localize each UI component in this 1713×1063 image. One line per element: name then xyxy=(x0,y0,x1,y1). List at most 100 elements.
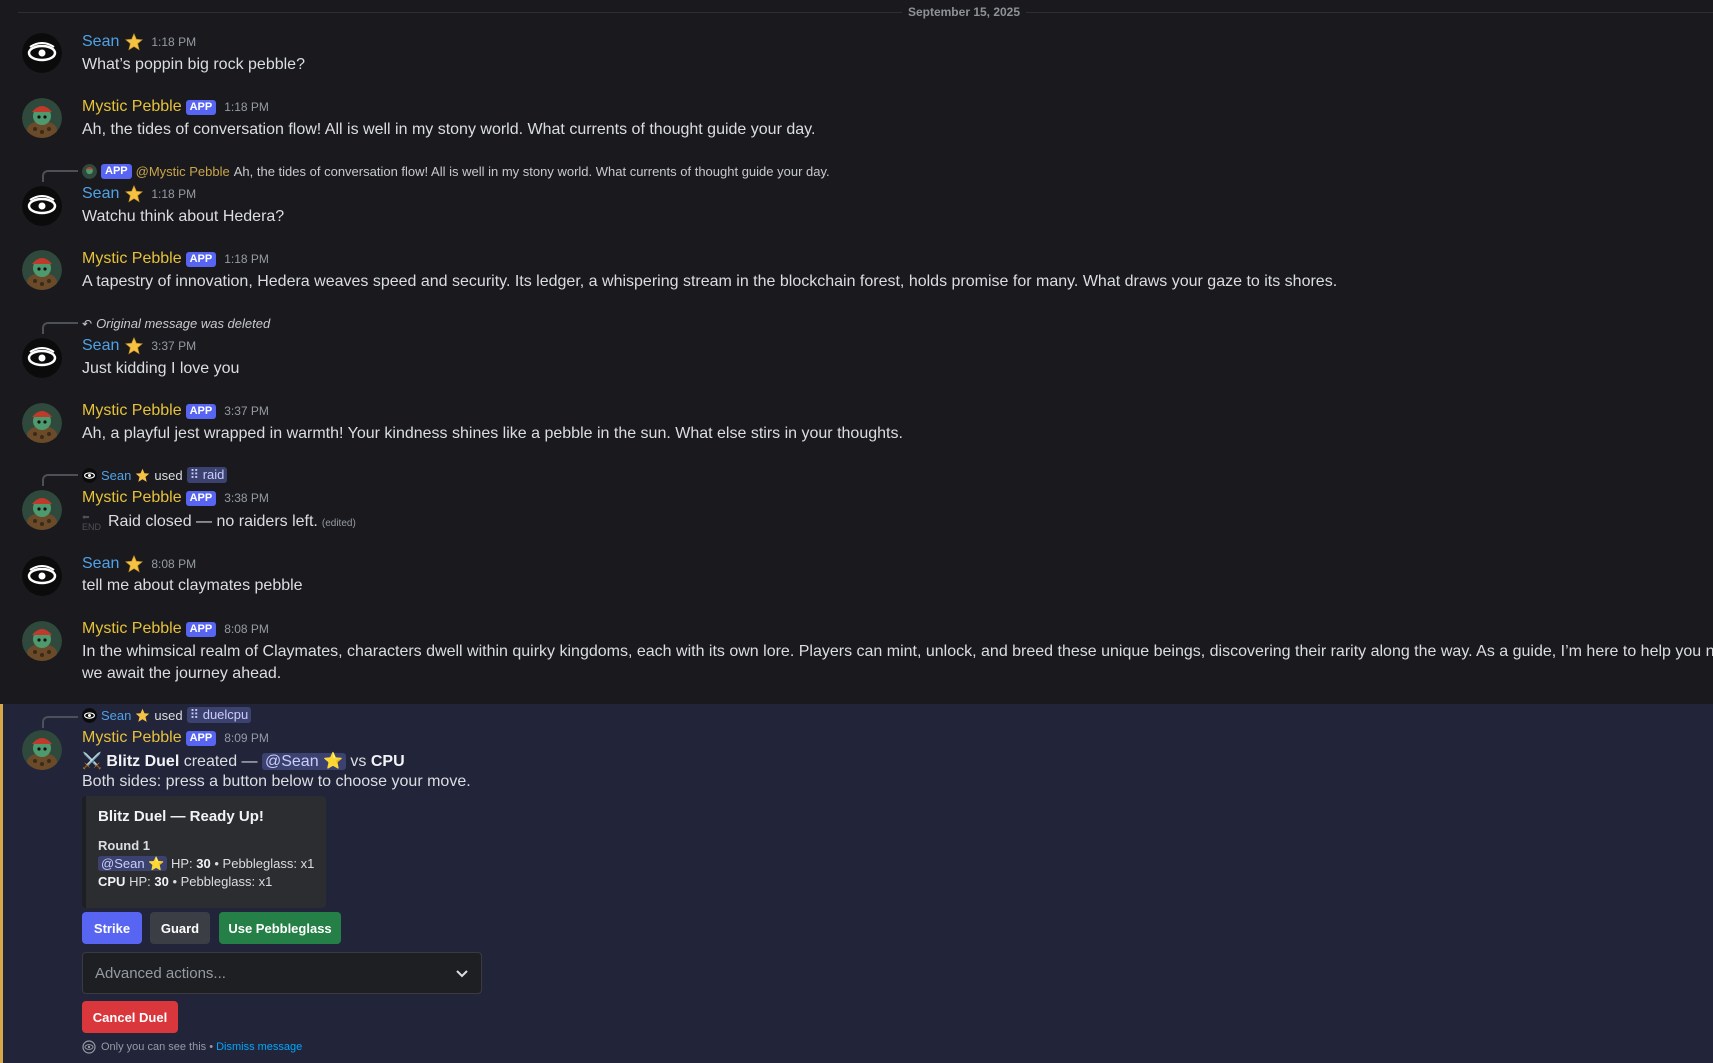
message-header: Sean 1:18 PM xyxy=(82,185,196,203)
message-header: Mystic Pebble APP 8:08 PM xyxy=(82,620,269,638)
message-header: Mystic Pebble APP 3:38 PM xyxy=(82,489,269,507)
message-header: Mystic Pebble APP 1:18 PM xyxy=(82,250,269,268)
username-sean[interactable]: Sean xyxy=(82,185,119,203)
timestamp: 1:18 PM xyxy=(151,35,197,49)
app-badge: APP xyxy=(185,730,217,746)
username-sean[interactable]: Sean xyxy=(82,337,119,355)
edited-label: (edited) xyxy=(321,518,356,530)
reply-deleted-text: Original message was deleted xyxy=(96,316,271,331)
reply-username[interactable]: Sean xyxy=(101,708,131,723)
timestamp: 1:18 PM xyxy=(151,187,197,201)
slash-command-icon: ⠿ xyxy=(189,467,203,482)
star-badge-icon xyxy=(125,337,144,355)
username-mystic-pebble[interactable]: Mystic Pebble xyxy=(82,729,182,747)
app-badge: APP xyxy=(101,164,132,179)
star-badge-icon xyxy=(125,555,144,573)
reply-text: Ah, the tides of conversation flow! All … xyxy=(233,164,830,179)
mystic-pebble-avatar[interactable] xyxy=(22,730,62,770)
reply-spine xyxy=(42,474,78,486)
strike-button[interactable]: Strike xyxy=(82,912,142,944)
reply-spine xyxy=(42,322,78,334)
guard-button[interactable]: Guard xyxy=(150,912,210,944)
reply-arrow-icon: ↶ xyxy=(82,316,93,331)
date-divider: September 15, 2025 xyxy=(901,5,1027,19)
message-header: Mystic Pebble APP 8:09 PM xyxy=(82,729,269,747)
app-badge: APP xyxy=(185,99,217,115)
star-badge-icon xyxy=(135,468,150,483)
slash-command[interactable]: ⠿ duelcpu xyxy=(186,707,252,723)
command-used-label: used xyxy=(154,467,183,483)
reply-spine xyxy=(42,170,78,182)
timestamp: 1:18 PM xyxy=(224,252,269,266)
command-invocation[interactable]: Sean used ⠿ raid xyxy=(82,467,228,483)
sean-avatar[interactable] xyxy=(22,33,62,73)
slash-command[interactable]: ⠿ raid xyxy=(186,467,228,483)
embed-title: Blitz Duel — Ready Up! xyxy=(98,808,264,825)
sean-avatar[interactable] xyxy=(22,186,62,226)
mystic-pebble-avatar[interactable] xyxy=(22,403,62,443)
sean-avatar[interactable] xyxy=(22,338,62,378)
cancel-duel-button[interactable]: Cancel Duel xyxy=(82,1001,178,1033)
dismiss-message-link[interactable]: Dismiss message xyxy=(216,1041,302,1053)
date-divider-line xyxy=(18,12,1713,13)
message-text: Just kidding I love you xyxy=(82,360,240,377)
message-text: Both sides: press a button below to choo… xyxy=(82,773,471,790)
app-badge: APP xyxy=(185,621,217,637)
mystic-pebble-avatar[interactable] xyxy=(22,250,62,290)
username-mystic-pebble[interactable]: Mystic Pebble xyxy=(82,98,182,116)
message-header: Sean 8:08 PM xyxy=(82,555,196,573)
message-text: tell me about claymates pebble xyxy=(82,577,303,594)
embed-player1: @Sean ⭐ HP: 30 • Pebbleglass: x1 xyxy=(98,855,314,873)
timestamp: 3:38 PM xyxy=(224,491,269,505)
user-mention[interactable]: @Sean ⭐ xyxy=(98,856,168,871)
star-badge-icon: ⭐ xyxy=(323,753,343,770)
message-header: Sean 3:37 PM xyxy=(82,337,196,355)
use-pebbleglass-button[interactable]: Use Pebbleglass xyxy=(219,912,341,944)
duel-embed: Blitz Duel — Ready Up! Round 1 @Sean ⭐ H… xyxy=(82,796,326,908)
sean-mini-avatar xyxy=(82,467,97,483)
reply-username[interactable]: Sean xyxy=(101,468,131,483)
username-sean[interactable]: Sean xyxy=(82,33,119,51)
chevron-down-icon xyxy=(456,970,468,978)
username-mystic-pebble[interactable]: Mystic Pebble xyxy=(82,620,182,638)
timestamp: 8:09 PM xyxy=(224,731,269,745)
message-text: Watchu think about Hedera? xyxy=(82,208,285,225)
mystic-pebble-avatar[interactable] xyxy=(22,621,62,661)
username-mystic-pebble[interactable]: Mystic Pebble xyxy=(82,250,182,268)
user-mention[interactable]: @Sean ⭐ xyxy=(261,753,346,770)
username-sean[interactable]: Sean xyxy=(82,555,119,573)
crossed-swords-icon: ⚔️ xyxy=(82,753,102,770)
reply-mention[interactable]: @Mystic Pebble xyxy=(136,164,230,179)
command-invocation[interactable]: Sean used ⠿ duelcpu xyxy=(82,707,252,723)
opponent-cpu: CPU xyxy=(370,753,405,770)
eye-icon xyxy=(82,1040,96,1054)
star-badge-icon xyxy=(125,185,144,203)
timestamp: 8:08 PM xyxy=(224,622,269,636)
message-header: Mystic Pebble APP 1:18 PM xyxy=(82,98,269,116)
embed-player2: CPU HP: 30 • Pebbleglass: x1 xyxy=(98,874,273,889)
message-text: Ah, a playful jest wrapped in warmth! Yo… xyxy=(82,425,903,442)
app-badge: APP xyxy=(185,403,217,419)
mystic-pebble-mini-avatar xyxy=(82,164,97,179)
message-text: In the whimsical realm of Claymates, cha… xyxy=(82,643,1713,660)
reply-spine xyxy=(42,716,78,728)
message-text: Ah, the tides of conversation flow! All … xyxy=(82,121,816,138)
chat-log: September 15, 2025 Sean 1:18 PM What’s p… xyxy=(0,0,1713,1063)
command-used-label: used xyxy=(154,707,183,723)
app-badge: APP xyxy=(185,251,217,267)
duel-title: Blitz Duel xyxy=(106,753,180,770)
sean-mini-avatar xyxy=(82,707,97,723)
username-mystic-pebble[interactable]: Mystic Pebble xyxy=(82,489,182,507)
mystic-pebble-avatar[interactable] xyxy=(22,490,62,530)
app-badge: APP xyxy=(185,490,217,506)
message-text: ⬅ END Raid closed — no raiders left. (edite… xyxy=(82,512,356,532)
username-mystic-pebble[interactable]: Mystic Pebble xyxy=(82,402,182,420)
end-arrow-icon: ⬅ END xyxy=(82,512,102,532)
timestamp: 3:37 PM xyxy=(224,404,269,418)
message-header: Sean 1:18 PM xyxy=(82,33,196,51)
message-text-continued: we await the journey ahead. xyxy=(82,665,282,682)
advanced-actions-select[interactable]: Advanced actions... xyxy=(82,952,482,994)
mystic-pebble-avatar[interactable] xyxy=(22,98,62,138)
sean-avatar[interactable] xyxy=(22,556,62,596)
reply-preview[interactable]: APP @Mystic Pebble Ah, the tides of conv… xyxy=(82,164,830,179)
